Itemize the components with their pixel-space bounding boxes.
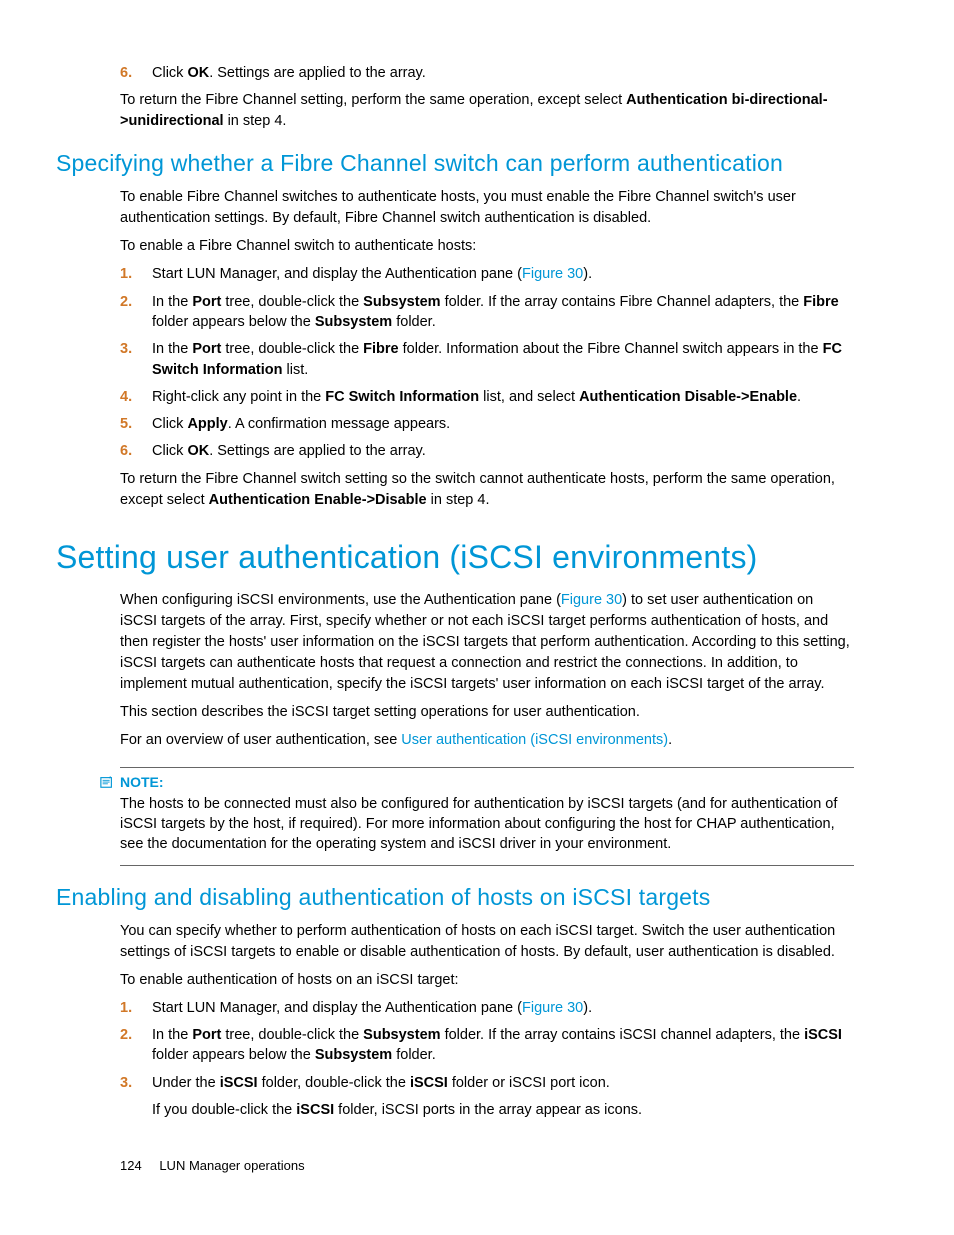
step-text: In the Port tree, double-click the Subsy… <box>152 292 854 333</box>
step-text: Right-click any point in the FC Switch I… <box>152 387 854 407</box>
sec1-return-paragraph: To return the Fibre Channel switch setti… <box>120 469 854 511</box>
sec2-tail: If you double-click the iSCSI folder, iS… <box>152 1100 854 1121</box>
sec1-lead: To enable a Fibre Channel switch to auth… <box>120 236 854 257</box>
iscsi-intro-2: This section describes the iSCSI target … <box>120 702 854 723</box>
step-number: 4. <box>120 387 152 407</box>
iscsi-intro-3: For an overview of user authentication, … <box>120 730 854 751</box>
step-item: 1.Start LUN Manager, and display the Aut… <box>120 998 854 1018</box>
page-number: 124 <box>120 1158 142 1173</box>
step-item: 3.Under the iSCSI folder, double-click t… <box>120 1073 854 1093</box>
cross-reference-link[interactable]: User authentication (iSCSI environments) <box>401 732 668 748</box>
step-text: Click OK. Settings are applied to the ar… <box>152 441 854 461</box>
step-text: Start LUN Manager, and display the Authe… <box>152 998 854 1018</box>
step-text: In the Port tree, double-click the Subsy… <box>152 1025 854 1066</box>
step-item: 5.Click Apply. A confirmation message ap… <box>120 414 854 434</box>
step-item: 6.Click OK. Settings are applied to the … <box>120 63 854 83</box>
step-number: 1. <box>120 998 152 1018</box>
step-item: 4.Right-click any point in the FC Switch… <box>120 387 854 407</box>
step-item: 6.Click OK. Settings are applied to the … <box>120 441 854 461</box>
page-footer: 124 LUN Manager operations <box>120 1158 305 1173</box>
step-number: 2. <box>120 292 152 333</box>
step-item: 1.Start LUN Manager, and display the Aut… <box>120 264 854 284</box>
step-number: 1. <box>120 264 152 284</box>
footer-title: LUN Manager operations <box>159 1158 304 1173</box>
note-label: NOTE: <box>120 774 164 790</box>
note-body: The hosts to be connected must also be c… <box>120 794 854 855</box>
step-number: 5. <box>120 414 152 434</box>
step-item: 2.In the Port tree, double-click the Sub… <box>120 1025 854 1066</box>
section-heading-fc-switch-auth: Specifying whether a Fibre Channel switc… <box>56 150 854 177</box>
step-number: 2. <box>120 1025 152 1066</box>
note-heading: NOTE: <box>100 774 854 790</box>
cross-reference-link[interactable]: Figure 30 <box>522 1000 583 1016</box>
continued-steps: 6.Click OK. Settings are applied to the … <box>120 63 854 83</box>
step-text: Under the iSCSI folder, double-click the… <box>152 1073 854 1093</box>
sec1-intro: To enable Fibre Channel switches to auth… <box>120 187 854 229</box>
note-block: NOTE: The hosts to be connected must als… <box>120 767 854 866</box>
section-heading-iscsi-targets: Enabling and disabling authentication of… <box>56 884 854 911</box>
heading-iscsi-auth: Setting user authentication (iSCSI envir… <box>56 539 854 576</box>
iscsi-intro-1: When configuring iSCSI environments, use… <box>120 590 854 695</box>
step-number: 3. <box>120 339 152 380</box>
step-item: 2.In the Port tree, double-click the Sub… <box>120 292 854 333</box>
step-text: Click OK. Settings are applied to the ar… <box>152 63 854 83</box>
cross-reference-link[interactable]: Figure 30 <box>561 592 622 608</box>
sec1-steps: 1.Start LUN Manager, and display the Aut… <box>120 264 854 461</box>
step-number: 6. <box>120 63 152 83</box>
step-text: Click Apply. A confirmation message appe… <box>152 414 854 434</box>
note-icon <box>100 775 114 789</box>
sec2-lead: To enable authentication of hosts on an … <box>120 970 854 991</box>
sec2-intro: You can specify whether to perform authe… <box>120 921 854 963</box>
step-text: In the Port tree, double-click the Fibre… <box>152 339 854 380</box>
step-text: Start LUN Manager, and display the Authe… <box>152 264 854 284</box>
top-return-paragraph: To return the Fibre Channel setting, per… <box>120 90 854 132</box>
cross-reference-link[interactable]: Figure 30 <box>522 266 583 282</box>
step-number: 6. <box>120 441 152 461</box>
step-item: 3.In the Port tree, double-click the Fib… <box>120 339 854 380</box>
step-number: 3. <box>120 1073 152 1093</box>
sec2-steps: 1.Start LUN Manager, and display the Aut… <box>120 998 854 1093</box>
